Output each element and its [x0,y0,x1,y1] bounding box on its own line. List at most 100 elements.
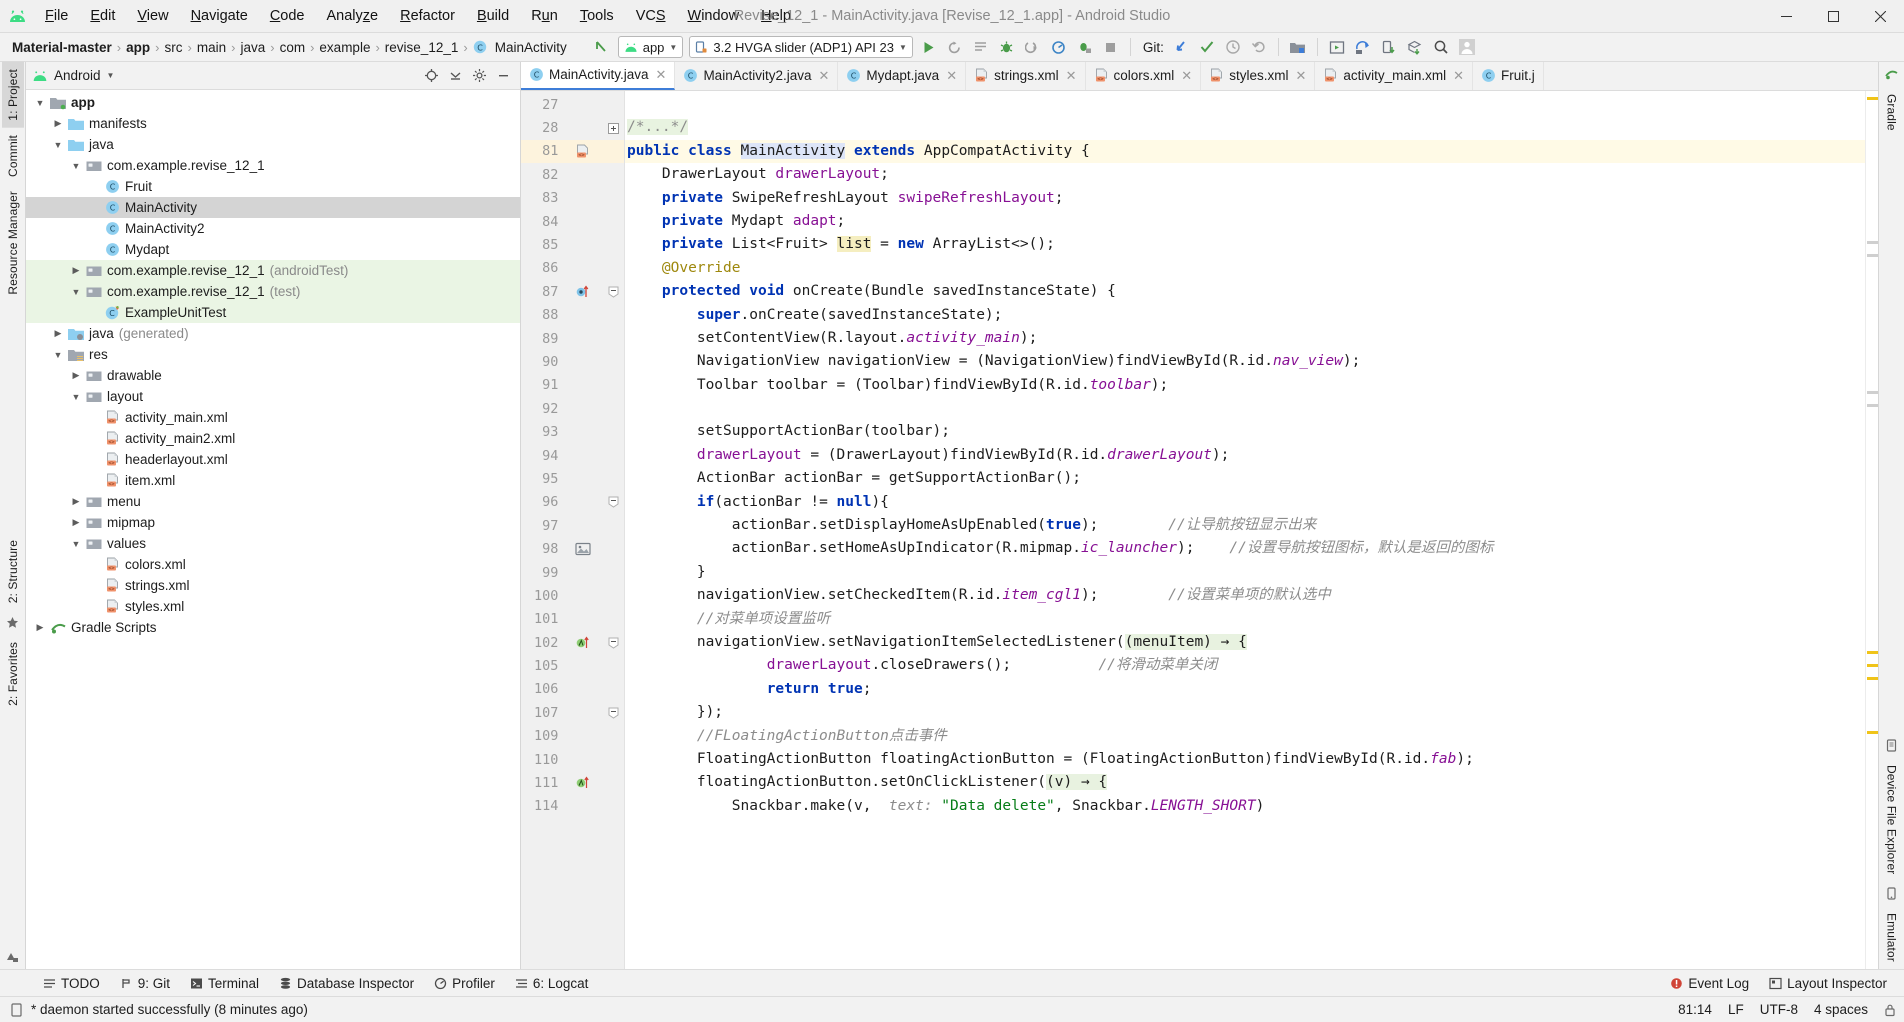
select-opened-file-icon[interactable] [420,65,442,87]
gutter-line[interactable]: 106 [521,678,624,701]
code-line[interactable]: NavigationView navigationView = (Navigat… [625,350,1865,373]
code-line[interactable]: public class MainActivity extends AppCom… [625,139,1865,164]
run-button[interactable] [916,35,942,59]
code-line[interactable]: actionBar.setDisplayHomeAsUpEnabled(true… [625,514,1865,537]
gutter-line[interactable]: 28 [521,116,624,139]
tree-node-values[interactable]: ▼ values [26,533,520,554]
git-update-icon[interactable] [1168,35,1194,59]
tree-node-strings-xml[interactable]: <> strings.xml [26,575,520,596]
gutter-line[interactable]: 84 [521,210,624,233]
chevron-right-icon[interactable]: ▶ [68,517,84,528]
code-line[interactable]: @Override [625,257,1865,280]
menu-run[interactable]: Run [520,5,569,27]
tree-node-menu[interactable]: ▶ menu [26,491,520,512]
minimize-button[interactable] [1763,0,1810,33]
maximize-button[interactable] [1810,0,1857,33]
menu-analyze[interactable]: Analyze [316,5,390,27]
tree-node-mainactivity[interactable]: C MainActivity [26,197,520,218]
status-message[interactable]: * daemon started successfully (8 minutes… [31,1002,308,1017]
gutter-line[interactable]: 85 [521,233,624,256]
back-arrow-icon[interactable] [589,35,615,59]
gutter-line[interactable]: 89 [521,327,624,350]
gutter-line[interactable]: 83 [521,187,624,210]
code-line[interactable]: if(actionBar != null){ [625,491,1865,514]
lambda-gutter-icon[interactable] [558,775,607,791]
chevron-right-icon[interactable]: ▶ [32,622,48,633]
menu-view[interactable]: View [126,5,179,27]
breadcrumb-item-main[interactable]: main [193,39,230,56]
project-structure-icon[interactable] [1402,35,1428,59]
menu-build[interactable]: Build [466,5,520,27]
menu-navigate[interactable]: Navigate [180,5,259,27]
device-file-explorer-icon[interactable] [1879,733,1904,758]
tree-node-colors-xml[interactable]: <> colors.xml [26,554,520,575]
tree-node-com-example-revise_12_1[interactable]: ▶ com.example.revise_12_1 (androidTest) [26,260,520,281]
fold-plus-icon[interactable] [607,122,620,134]
close-icon[interactable]: ✕ [1295,68,1306,84]
chevron-down-icon[interactable]: ▼ [32,98,48,108]
gutter-line[interactable]: 81 <> [521,139,624,164]
tree-node-drawable[interactable]: ▶ drawable [26,365,520,386]
tree-node-app[interactable]: ▼ app [26,92,520,113]
chevron-down-icon[interactable]: ▼ [68,539,84,549]
gutter-line[interactable]: 91 [521,374,624,397]
code-line[interactable]: FloatingActionButton floatingActionButto… [625,748,1865,771]
tree-node-activity_main-xml[interactable]: <> activity_main.xml [26,407,520,428]
file-encoding[interactable]: UTF-8 [1760,1002,1798,1017]
gutter-line[interactable]: 109 [521,725,624,748]
sidebar-item-commit[interactable]: Commit [2,128,24,184]
project-view-selector[interactable]: Android [54,68,101,83]
code-line[interactable]: setSupportActionBar(toolbar); [625,420,1865,443]
chevron-right-icon[interactable]: ▶ [50,118,66,129]
fold-minus-icon[interactable] [607,707,620,719]
gutter-line[interactable]: 92 [521,397,624,420]
menu-window[interactable]: Window [677,5,751,27]
tree-node-java[interactable]: ▶ java (generated) [26,323,520,344]
close-icon[interactable]: ✕ [946,68,957,84]
sidebar-item-gradle[interactable]: Gradle [1881,87,1903,138]
editor-tab-fruit-j[interactable]: C Fruit.j [1473,62,1544,90]
settings-gear-icon[interactable] [468,65,490,87]
gutter-line[interactable]: 99 [521,561,624,584]
tool-todo[interactable]: TODO [34,973,109,994]
attach-debugger-icon[interactable] [1020,35,1046,59]
code-line[interactable]: Toolbar toolbar = (Toolbar)findViewById(… [625,374,1865,397]
hide-panel-icon[interactable] [492,65,514,87]
fold-minus-icon[interactable] [607,496,620,508]
fold-minus-icon[interactable] [607,637,620,649]
editor-tab-strings-xml[interactable]: <> strings.xml ✕ [966,62,1086,90]
breadcrumb-item-example[interactable]: example [315,39,374,56]
code-line[interactable]: private List<Fruit> list = new ArrayList… [625,233,1865,256]
search-icon[interactable] [1428,35,1454,59]
close-button[interactable] [1857,0,1904,33]
sdk-manager-icon[interactable] [1285,35,1311,59]
editor-tab-mydapt-java[interactable]: C Mydapt.java ✕ [838,62,967,90]
line-separator[interactable]: LF [1728,1002,1744,1017]
chevron-down-icon[interactable]: ▼ [107,71,115,80]
gutter-line[interactable]: 88 [521,304,624,327]
sidebar-item-device-file-explorer[interactable]: Device File Explorer [1881,758,1903,881]
device-selector[interactable]: 3.2 HVGA slider (ADP1) API 23 ▼ [689,36,913,58]
gutter-line[interactable]: 93 [521,420,624,443]
close-icon[interactable]: ✕ [1181,68,1192,84]
gutter-line[interactable]: 86 [521,257,624,280]
code-line[interactable]: floatingActionButton.setOnClickListener(… [625,771,1865,794]
chevron-right-icon[interactable]: ▶ [50,328,66,339]
debug-button[interactable] [994,35,1020,59]
chevron-down-icon[interactable]: ▼ [68,287,84,297]
tree-node-mainactivity2[interactable]: C MainActivity2 [26,218,520,239]
tree-node-headerlayout-xml[interactable]: <> headerlayout.xml [26,449,520,470]
menu-edit[interactable]: Edit [79,5,126,27]
sidebar-item-project[interactable]: 1: Project [1,62,24,128]
code-line[interactable]: }); [625,701,1865,724]
code-line[interactable]: } [625,561,1865,584]
run-coverage-icon[interactable] [1072,35,1098,59]
gradle-icon[interactable] [1879,62,1904,87]
gutter-line[interactable]: 94 [521,444,624,467]
menu-tools[interactable]: Tools [569,5,625,27]
tool-logcat[interactable]: 6: Logcat [506,973,598,994]
editor-code-content[interactable]: /*...*/public class MainActivity extends… [625,91,1865,969]
tree-node-mydapt[interactable]: C Mydapt [26,239,520,260]
gutter-line[interactable]: 101 [521,608,624,631]
emulator-icon[interactable] [1879,881,1904,906]
